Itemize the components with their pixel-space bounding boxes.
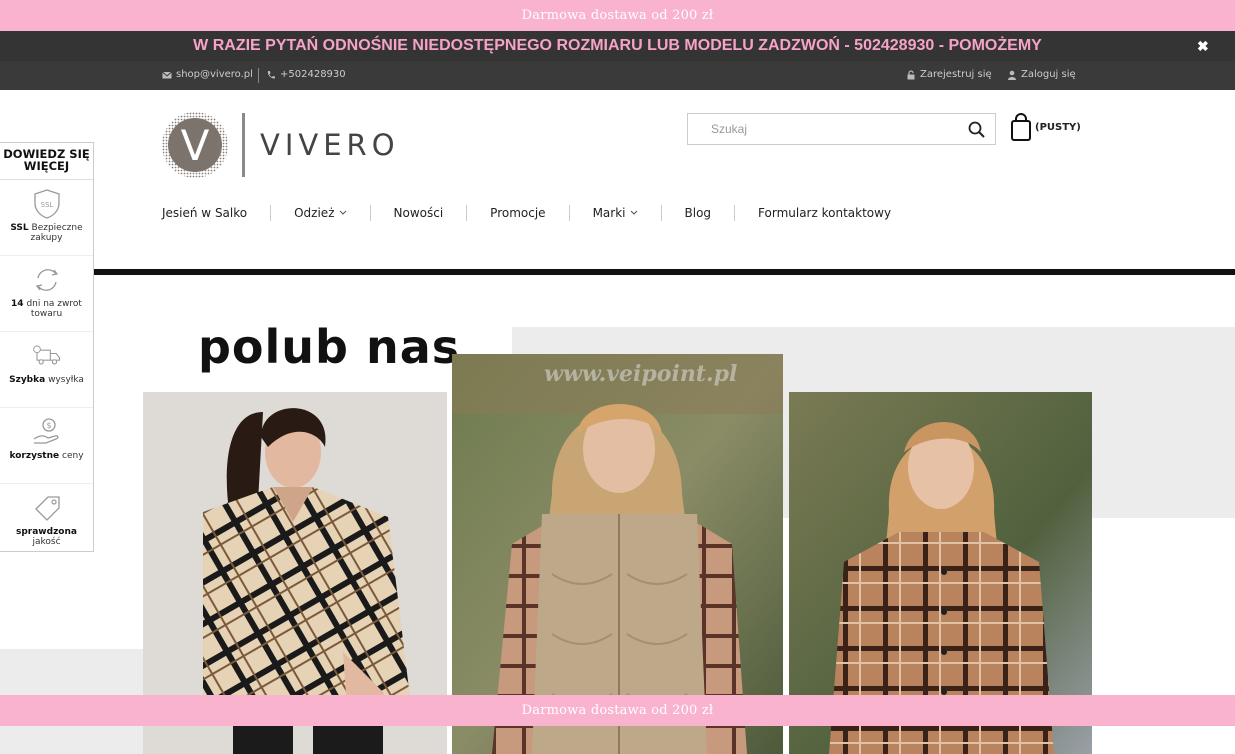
nav-item-kontakt[interactable]: Formularz kontaktowy [734,205,914,221]
sidebar-title: DOWIEDZ SIĘ WIĘCEJ [0,143,93,180]
register-text: Zarejestruj się [920,69,992,80]
feature-bold: SSL [10,223,29,233]
email-text: shop@vivero.pl [176,69,253,80]
free-shipping-text: Darmowa dostawa od 200 zł [521,8,714,23]
notice-bar: W RAZIE PYTAŃ ODNOŚNIE NIEDOSTĘPNEGO ROZ… [0,31,1235,61]
nav-item-jesien[interactable]: Jesień w Salko [140,205,270,221]
nav-item-marki[interactable]: Marki [568,205,661,221]
feature-bold: 14 [11,299,24,309]
feature-bold: korzystne [9,451,60,461]
chevron-down-icon [630,210,637,215]
nav-item-label: Promocje [490,206,546,220]
feature-shipping: Szybka wysyłka [0,341,93,408]
register-link[interactable]: Zarejestruj się [906,69,992,80]
nav-item-label: Blog [684,206,712,220]
vivero-logo-icon: V VIVERO [162,112,400,178]
phone-text: +502428930 [280,69,346,80]
feature-prices: $ korzystne ceny [0,417,93,484]
money-hand-icon: $ [33,418,58,444]
nav-item-label: Odzież [294,206,335,220]
svg-text:SSL: SSL [40,201,53,209]
ssl-shield-icon: SSL [33,189,60,219]
free-shipping-bar: Darmowa dostawa od 200 zł [0,0,1235,31]
envelope-icon [162,71,172,78]
logo-letter: V [181,121,210,170]
feature-quality: sprawdzona jakość [0,493,93,560]
feature-text: ceny [62,451,84,461]
banner-heading: polub nas [198,320,461,374]
chevron-down-icon [339,210,346,215]
return-arrows-icon [35,269,58,291]
search-icon[interactable] [968,121,985,138]
lock-icon [907,69,915,79]
nav-item-nowosci[interactable]: Nowości [369,205,467,221]
notice-text: W RAZIE PYTAŃ ODNOŚNIE NIEDOSTĘPNEGO ROZ… [193,37,1042,54]
feature-text: wysyłka [48,375,84,385]
nav-item-blog[interactable]: Blog [660,205,735,221]
cart-label: (PUSTY) [1035,121,1081,133]
hero-banner[interactable]: polub nas www.veipoint.pl [0,275,1235,754]
phone-link[interactable]: +502428930 [266,69,346,80]
shopping-bag-icon [1011,113,1031,141]
login-link[interactable]: Zaloguj się [1007,69,1076,80]
login-text: Zaloguj się [1021,69,1076,80]
nav-item-promocje[interactable]: Promocje [466,205,568,221]
user-icon [1008,70,1016,80]
free-shipping-text: Darmowa dostawa od 200 zł [521,703,714,718]
close-icon[interactable]: ✖ [1197,39,1211,53]
delivery-truck-icon [32,345,60,365]
trust-sidebar: DOWIEDZ SIĘ WIĘCEJ SSL SSL Bezpieczne za… [0,142,94,552]
product-photo[interactable] [452,354,783,754]
price-tag-icon [34,496,60,521]
email-link[interactable]: shop@vivero.pl [162,69,253,80]
cart-button[interactable]: (PUSTY) [1010,113,1081,141]
nav-item-odziez[interactable]: Odzież [270,205,369,221]
feature-bold: Szybka [9,375,46,385]
model-quilted-vest-image [452,354,783,754]
topbar-divider [258,68,259,83]
feature-text: Bezpieczne zakupy [30,223,83,243]
nav-item-label: Jesień w Salko [162,206,248,220]
svg-text:$: $ [46,421,51,430]
logo-wordmark: VIVERO [260,128,400,162]
site-logo[interactable]: V VIVERO [162,112,412,178]
nav-item-label: Marki [592,206,626,220]
feature-text: jakość [32,537,61,547]
phone-icon [267,70,275,79]
search-box [687,113,996,145]
feature-returns: 14 dni na zwrot towaru [0,265,93,332]
free-shipping-bar-bottom: Darmowa dostawa od 200 zł [0,695,1235,726]
main-nav: Jesień w Salko Odzież Nowości Promocje M… [140,200,914,226]
search-input[interactable] [711,114,971,144]
nav-item-label: Nowości [393,206,444,220]
watermark-text: www.veipoint.pl [544,361,738,387]
feature-ssl: SSL SSL Bezpieczne zakupy [0,189,93,256]
top-contact-bar: shop@vivero.pl +502428930 Zarejestruj si… [0,61,1235,90]
feature-text: dni na zwrot towaru [26,299,82,319]
nav-item-label: Formularz kontaktowy [758,206,892,220]
feature-bold: sprawdzona [16,527,77,537]
